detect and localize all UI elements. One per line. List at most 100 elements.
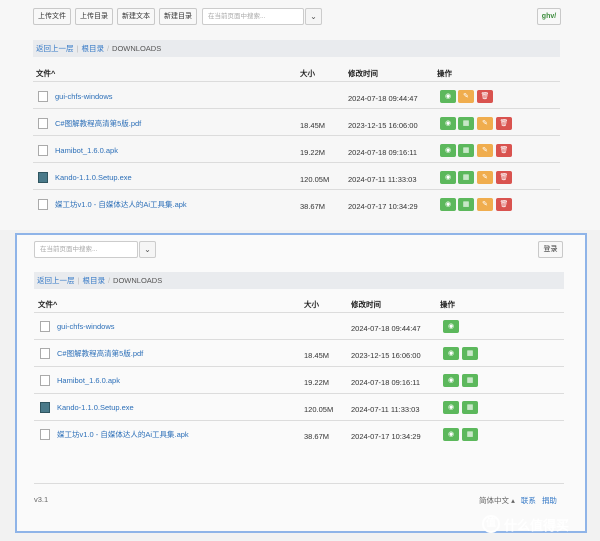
qrcode-icon[interactable]: ▦ xyxy=(462,401,478,414)
qrcode-icon[interactable]: ▦ xyxy=(462,374,478,387)
header-divider xyxy=(33,81,560,82)
qrcode-icon[interactable]: ▦ xyxy=(458,144,474,157)
column-header-ops: 操作 xyxy=(437,69,452,78)
breadcrumb: 返回上一层 | 根目录 / DOWNLOADS xyxy=(34,272,564,289)
table-row[interactable]: gui-chfs-windows xyxy=(40,321,115,332)
rename-icon[interactable]: ✎ xyxy=(477,117,493,130)
file-mtime: 2024-07-18 09:16:11 xyxy=(348,148,418,157)
file-icon xyxy=(38,118,48,129)
breadcrumb-back-link[interactable]: 返回上一层 xyxy=(37,276,75,285)
table-row[interactable]: Kando-1.1.0.Setup.exe xyxy=(40,402,134,413)
table-row[interactable]: C#图解教程高清第5版.pdf xyxy=(38,118,141,129)
qrcode-icon[interactable]: ▦ xyxy=(458,198,474,211)
delete-icon[interactable]: 🗑 xyxy=(496,144,512,157)
row-divider xyxy=(34,420,564,421)
file-size: 18.45M xyxy=(304,351,330,360)
view-icon[interactable]: ◉ xyxy=(440,198,456,211)
table-row[interactable]: 媒工坊v1.0 - 自媒体达人的Ai工具集.apk xyxy=(38,199,187,210)
footer-links: 简体中文 ▴ 联系 捐助 xyxy=(479,495,557,506)
watermark-text: 什么值得买 xyxy=(504,517,570,533)
search-input[interactable]: 在当前页面中搜索... xyxy=(202,8,304,25)
table-row[interactable]: C#图解教程高清第5版.pdf xyxy=(40,348,143,359)
chevron-down-icon[interactable]: ⌄ xyxy=(139,241,156,258)
guest-view-panel: 在当前页面中搜索... ⌄ 登录 返回上一层 | 根目录 / DOWNLOADS 文件^… xyxy=(15,233,587,533)
file-name[interactable]: Hamibot_1.6.0.apk xyxy=(55,146,118,155)
row-divider xyxy=(33,135,560,136)
column-header-mtime[interactable]: 修改时间 xyxy=(351,299,381,310)
search-input[interactable]: 在当前页面中搜索... xyxy=(34,241,138,258)
table-row[interactable]: Hamibot_1.6.0.apk xyxy=(38,145,118,156)
table-row[interactable]: 媒工坊v1.0 - 自媒体达人的Ai工具集.apk xyxy=(40,429,189,440)
chevron-down-icon[interactable]: ⌄ xyxy=(305,8,322,25)
table-row[interactable]: Kando-1.1.0.Setup.exe xyxy=(38,172,132,183)
file-name[interactable]: C#图解教程高清第5版.pdf xyxy=(55,118,141,129)
delete-icon[interactable]: 🗑 xyxy=(477,90,493,103)
file-name[interactable]: Kando-1.1.0.Setup.exe xyxy=(55,173,132,182)
file-name[interactable]: Kando-1.1.0.Setup.exe xyxy=(57,403,134,412)
view-icon[interactable]: ◉ xyxy=(443,401,459,414)
file-icon xyxy=(40,375,50,386)
donate-link[interactable]: 捐助 xyxy=(542,496,557,505)
new-text-button[interactable]: 新建文本 xyxy=(117,8,155,25)
file-name[interactable]: C#图解教程高清第5版.pdf xyxy=(57,348,143,359)
folder-icon xyxy=(40,321,50,332)
version-label: v3.1 xyxy=(34,495,49,504)
view-icon[interactable]: ◉ xyxy=(440,90,456,103)
qrcode-icon[interactable]: ▦ xyxy=(458,117,474,130)
delete-icon[interactable]: 🗑 xyxy=(496,198,512,211)
folder-icon xyxy=(38,91,48,102)
file-size: 19.22M xyxy=(304,378,330,387)
view-icon[interactable]: ◉ xyxy=(440,117,456,130)
rename-icon[interactable]: ✎ xyxy=(458,90,474,103)
qrcode-icon[interactable]: ▦ xyxy=(462,428,478,441)
view-icon[interactable]: ◉ xyxy=(443,374,459,387)
row-divider xyxy=(34,339,564,340)
contact-link[interactable]: 联系 xyxy=(521,496,536,505)
file-name[interactable]: 媒工坊v1.0 - 自媒体达人的Ai工具集.apk xyxy=(55,199,187,210)
breadcrumb-root-link[interactable]: 根目录 xyxy=(82,276,105,285)
breadcrumb-root-link[interactable]: 根目录 xyxy=(81,44,104,53)
view-icon[interactable]: ◉ xyxy=(443,428,459,441)
row-divider xyxy=(34,393,564,394)
column-header-size[interactable]: 大小 xyxy=(300,68,315,79)
qrcode-icon[interactable]: ▦ xyxy=(462,347,478,360)
table-row[interactable]: Hamibot_1.6.0.apk xyxy=(40,375,120,386)
column-header-name[interactable]: 文件^ xyxy=(36,68,55,79)
view-icon[interactable]: ◉ xyxy=(443,347,459,360)
file-name[interactable]: gui-chfs-windows xyxy=(57,322,115,331)
file-mtime: 2024-07-11 11:33:03 xyxy=(348,175,417,184)
file-size: 18.45M xyxy=(300,121,326,130)
view-icon[interactable]: ◉ xyxy=(443,320,459,333)
column-header-mtime[interactable]: 修改时间 xyxy=(348,68,378,79)
rename-icon[interactable]: ✎ xyxy=(477,198,493,211)
row-divider xyxy=(34,366,564,367)
file-name[interactable]: Hamibot_1.6.0.apk xyxy=(57,376,120,385)
delete-icon[interactable]: 🗑 xyxy=(496,171,512,184)
column-header-name[interactable]: 文件^ xyxy=(38,299,57,310)
breadcrumb-back-link[interactable]: 返回上一层 xyxy=(36,44,74,53)
file-name[interactable]: gui-chfs-windows xyxy=(55,92,113,101)
file-mtime: 2024-07-18 09:44:47 xyxy=(351,324,421,333)
language-select[interactable]: 简体中文 ▴ xyxy=(479,496,515,505)
view-icon[interactable]: ◉ xyxy=(440,171,456,184)
delete-icon[interactable]: 🗑 xyxy=(496,117,512,130)
file-size: 38.67M xyxy=(300,202,326,211)
row-divider xyxy=(33,189,560,190)
file-name[interactable]: 媒工坊v1.0 - 自媒体达人的Ai工具集.apk xyxy=(57,429,189,440)
upload-folder-button[interactable]: 上传目录 xyxy=(75,8,113,25)
smzdm-logo-icon: 值 xyxy=(482,515,500,533)
column-header-size[interactable]: 大小 xyxy=(304,299,319,310)
ghv-button[interactable]: ghv/ xyxy=(537,8,561,25)
upload-file-button[interactable]: 上传文件 xyxy=(33,8,71,25)
qrcode-icon[interactable]: ▦ xyxy=(458,171,474,184)
rename-icon[interactable]: ✎ xyxy=(477,144,493,157)
file-icon xyxy=(38,145,48,156)
table-row[interactable]: gui-chfs-windows xyxy=(38,91,113,102)
exe-icon xyxy=(40,402,50,413)
new-folder-button[interactable]: 新建目录 xyxy=(159,8,197,25)
view-icon[interactable]: ◉ xyxy=(440,144,456,157)
rename-icon[interactable]: ✎ xyxy=(477,171,493,184)
file-mtime: 2024-07-17 10:34:29 xyxy=(348,202,418,211)
login-button[interactable]: 登录 xyxy=(538,241,563,258)
top-panel: 上传文件 上传目录 新建文本 新建目录 在当前页面中搜索... ⌄ ghv/ 返… xyxy=(0,0,600,230)
